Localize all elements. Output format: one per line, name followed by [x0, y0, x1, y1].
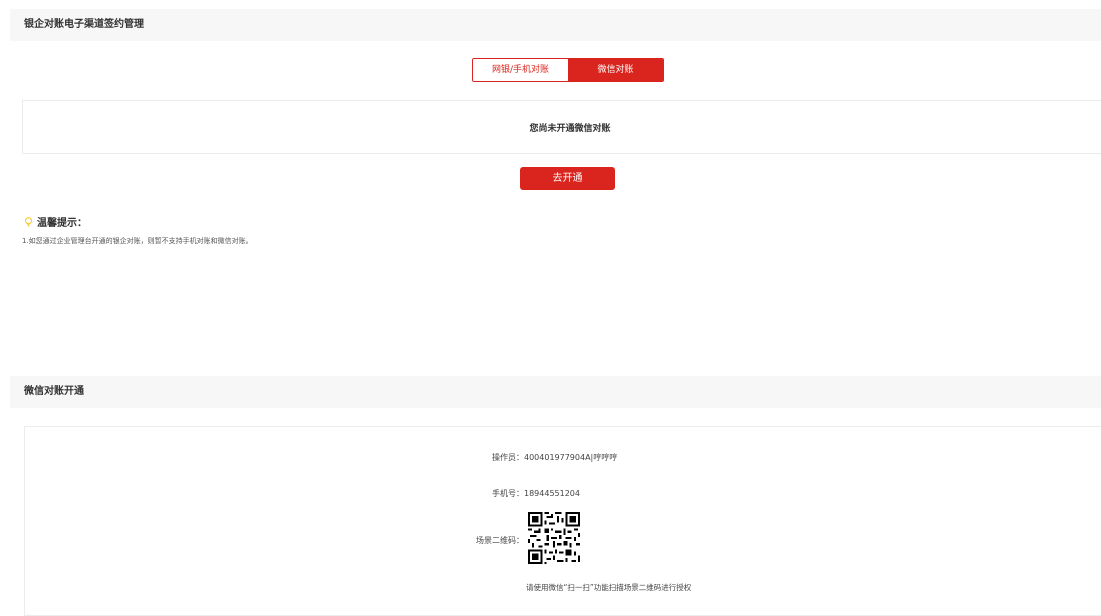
section-header-signing: 银企对账电子渠道签约管理: [10, 9, 1101, 41]
tab-online-mobile[interactable]: 网银/手机对账: [473, 59, 568, 81]
qr-code-icon[interactable]: [528, 512, 580, 564]
phone-value: 18944551204: [524, 489, 580, 498]
tips-title: 温馨提示：: [24, 214, 87, 229]
section-title-signing: 银企对账电子渠道签约管理: [24, 19, 144, 30]
section-header-wechat: 微信对账开通: [10, 376, 1101, 408]
phone-row: 手机号：18944551204: [492, 488, 580, 499]
tab-wechat[interactable]: 微信对账: [568, 59, 663, 81]
operator-label: 操作员：: [492, 453, 524, 462]
operator-value: 400401977904A|哼哼哼: [524, 453, 618, 462]
open-button[interactable]: 去开通: [520, 167, 615, 190]
notice-box: 您尚未开通微信对账: [22, 100, 1101, 154]
qr-label: 场景二维码：: [476, 536, 524, 545]
qr-instruction: 请使用微信“扫一扫”功能扫描场景二维码进行授权: [526, 583, 692, 592]
reconciliation-tabs: 网银/手机对账 微信对账: [472, 58, 664, 82]
tips-title-text: 温馨提示：: [37, 218, 87, 229]
notice-text: 您尚未开通微信对账: [529, 123, 611, 134]
section-title-wechat: 微信对账开通: [24, 386, 84, 397]
phone-label: 手机号：: [492, 489, 524, 498]
lightbulb-icon: [25, 216, 32, 226]
tips-line-1: 1.如您通过企业管理台开通的银企对账，则暂不支持手机对账和微信对账。: [22, 237, 253, 245]
operator-row: 操作员：400401977904A|哼哼哼: [492, 452, 617, 463]
